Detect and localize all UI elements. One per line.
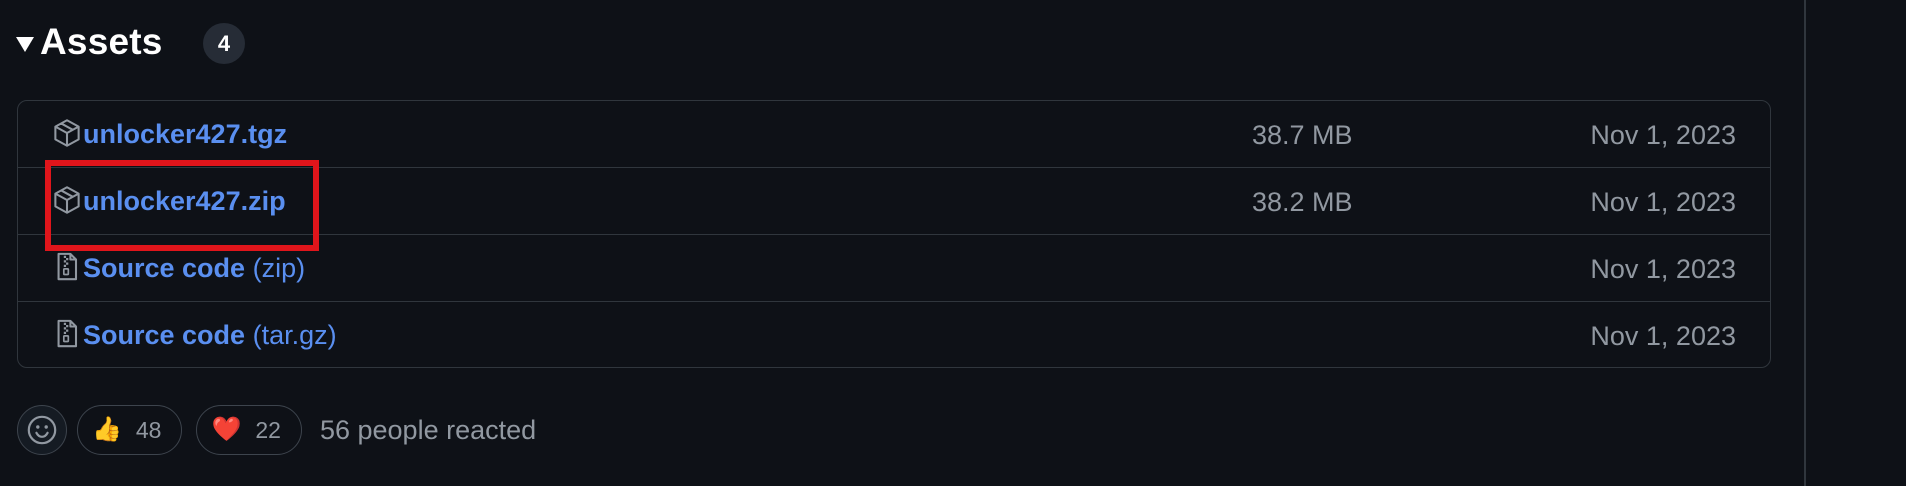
asset-row: Source code (zip) Nov 1, 2023 [18,235,1770,302]
asset-date: Nov 1, 2023 [1590,187,1736,217]
reaction-count: 22 [255,416,281,443]
asset-download-link[interactable]: unlocker427.tgz [83,119,287,150]
asset-row: unlocker427.zip 38.2 MB Nov 1, 2023 [18,168,1770,235]
reactions-bar: 👍 48 ❤️ 22 56 people reacted [17,404,536,456]
assets-heading: Assets [40,21,163,62]
asset-date: Nov 1, 2023 [1590,254,1736,284]
assets-count-badge: 4 [203,23,245,64]
asset-download-link[interactable]: unlocker427.zip [83,186,286,217]
reaction-thumbs-up[interactable]: 👍 48 [77,405,183,455]
caret-down-icon [16,36,34,52]
asset-download-link[interactable]: Source code (zip) [83,253,305,284]
reactions-summary: 56 people reacted [319,414,537,445]
asset-date: Nov 1, 2023 [1590,120,1736,150]
package-icon [54,186,80,214]
assets-toggle[interactable]: Assets [16,14,163,70]
assets-list: unlocker427.tgz 38.7 MB Nov 1, 2023 unlo… [17,100,1771,368]
asset-size: 38.7 MB [1252,120,1353,150]
package-icon [54,119,80,147]
reaction-heart[interactable]: ❤️ 22 [196,405,302,455]
asset-row: Source code (tar.gz) Nov 1, 2023 [18,302,1770,367]
asset-size: 38.2 MB [1252,187,1353,217]
reaction-count: 48 [135,416,162,443]
smiley-icon [27,415,57,445]
asset-date: Nov 1, 2023 [1590,321,1736,351]
asset-download-link[interactable]: Source code (tar.gz) [83,320,337,351]
thumbs-up-icon: 👍 [92,416,122,443]
file-zip-icon [57,252,78,281]
file-zip-icon [57,319,78,348]
content-divider [1804,0,1806,486]
asset-row: unlocker427.tgz 38.7 MB Nov 1, 2023 [18,101,1770,168]
add-reaction-button[interactable] [17,405,67,455]
heart-icon: ❤️ [211,416,242,443]
release-assets-page: Assets 4 unlocker427.tgz 38.7 MB Nov 1, … [0,0,1906,486]
